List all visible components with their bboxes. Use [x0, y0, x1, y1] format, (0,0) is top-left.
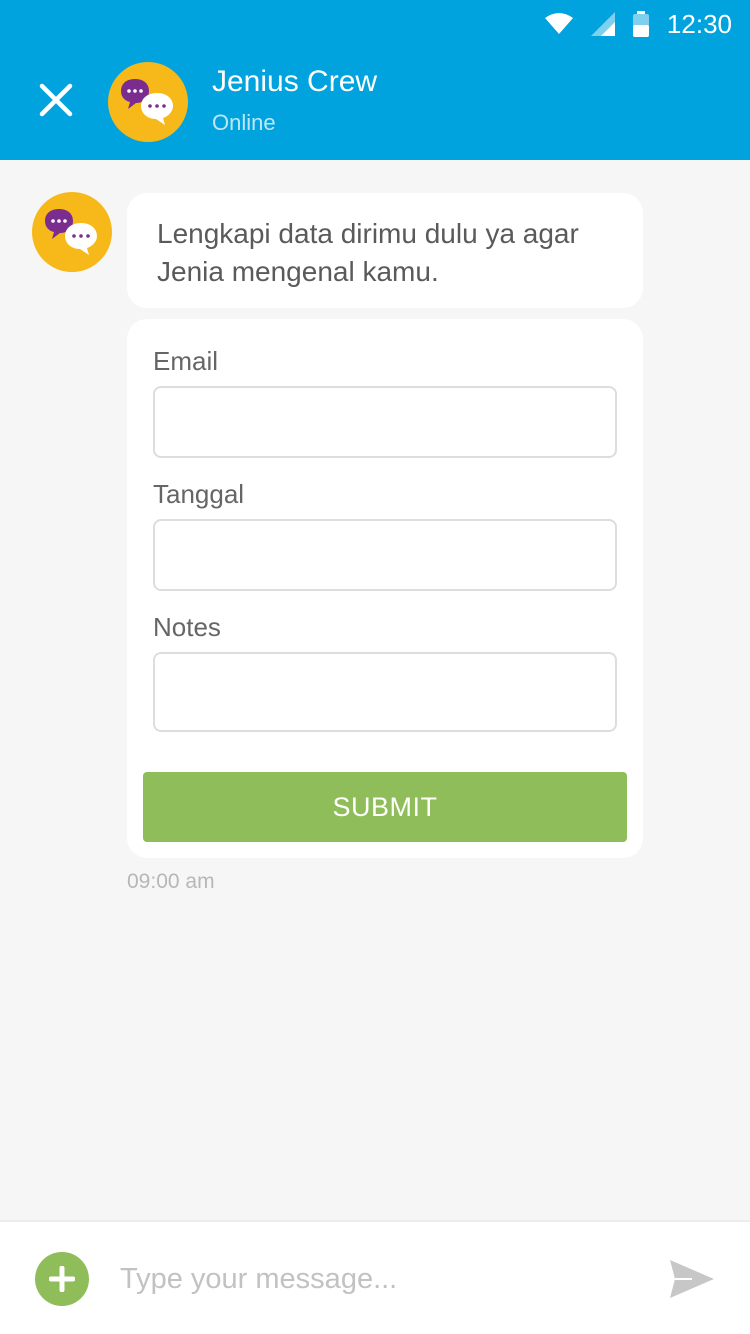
send-icon	[670, 1260, 714, 1298]
notes-label: Notes	[153, 612, 221, 642]
email-field[interactable]	[153, 386, 617, 458]
bot-message-bubble: Lengkapi data dirimu dulu ya agar Jenia …	[127, 193, 643, 308]
header-title-group: Jenius Crew Online	[212, 64, 377, 136]
app-header: 12:30 Jenius Crew Online	[0, 0, 750, 160]
bot-avatar	[32, 192, 112, 272]
plus-icon	[49, 1266, 75, 1292]
chat-title: Jenius Crew	[212, 65, 378, 98]
tanggal-label: Tanggal	[153, 479, 245, 509]
notes-field[interactable]	[153, 652, 617, 732]
message-input[interactable]	[120, 1248, 640, 1310]
close-button[interactable]	[36, 80, 76, 120]
battery-icon	[632, 11, 649, 37]
close-icon	[39, 83, 73, 117]
status-bar: 12:30	[544, 8, 732, 40]
chat-bubbles-icon	[45, 209, 97, 255]
submit-button[interactable]: SUBMIT	[143, 772, 627, 842]
message-composer	[0, 1220, 750, 1334]
tanggal-field[interactable]	[153, 519, 617, 591]
chat-status: Online	[212, 110, 276, 135]
send-button[interactable]	[668, 1258, 716, 1300]
add-attachment-button[interactable]	[35, 1252, 89, 1306]
form-card: Email Tanggal Notes SUBMIT	[127, 319, 643, 858]
chat-bubbles-icon	[121, 79, 173, 125]
wifi-icon	[544, 13, 573, 34]
cellular-signal-icon	[590, 12, 615, 36]
message-timestamp: 09:00 am	[127, 870, 215, 893]
status-time: 12:30	[666, 8, 732, 39]
header-avatar	[108, 62, 188, 142]
email-label: Email	[153, 346, 219, 376]
